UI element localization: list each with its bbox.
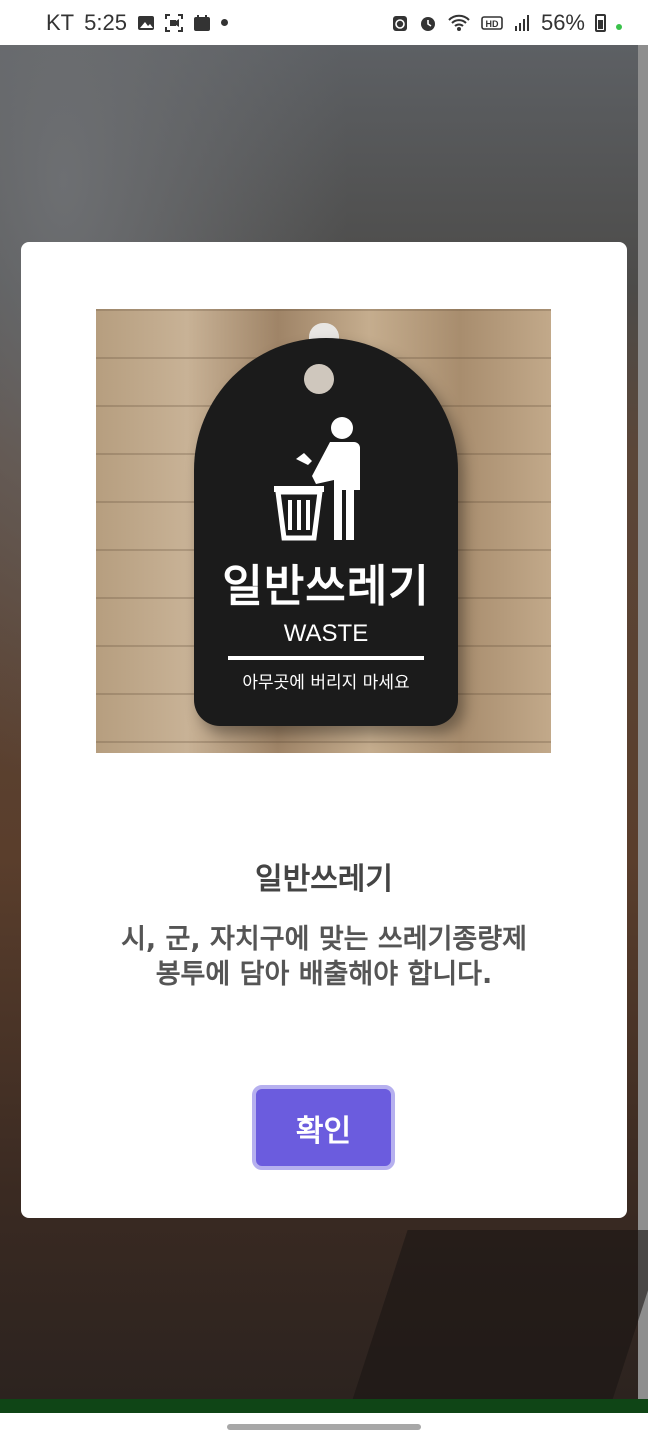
recycle-icon bbox=[392, 15, 407, 31]
person-trash-icon bbox=[274, 417, 360, 541]
sign-subtitle: WASTE bbox=[283, 620, 369, 647]
sign-note: 아무곳에 버리지 마세요 bbox=[242, 673, 410, 693]
hd-icon: HD bbox=[481, 15, 503, 30]
description-line-2: 봉투에 담아 배출해야 합니다. bbox=[155, 959, 493, 990]
battery-icon bbox=[595, 13, 606, 32]
dialog-description: 시, 군, 자치구에 맞는 쓰레기종량제 봉투에 담아 배출해야 합니다. bbox=[61, 922, 587, 992]
signal-icon bbox=[514, 14, 529, 31]
carrier-label: KT bbox=[46, 9, 75, 35]
status-right: HD 56% bbox=[391, 10, 622, 36]
navigation-bar bbox=[0, 1413, 648, 1440]
wifi-icon bbox=[448, 14, 470, 31]
info-dialog: 일반쓰레기 WASTE 아무곳에 버리지 마세요 일반쓰레기 시, 군, 자치구… bbox=[21, 242, 627, 1218]
clock: 5:25 bbox=[84, 9, 127, 35]
svg-text:HD: HD bbox=[485, 19, 498, 29]
notification-dot bbox=[220, 19, 228, 26]
status-left: KT 5:25 bbox=[46, 10, 228, 36]
sign-hole bbox=[304, 364, 334, 394]
sign-divider bbox=[228, 656, 424, 660]
waste-sign-image: 일반쓰레기 WASTE 아무곳에 버리지 마세요 bbox=[96, 309, 551, 753]
privacy-indicator-dot bbox=[616, 23, 622, 30]
status-bar: KT 5:25 HD 56% bbox=[0, 0, 648, 45]
image-icon bbox=[137, 15, 154, 30]
calendar-icon bbox=[193, 14, 210, 31]
description-line-1: 시, 군, 자치구에 맞는 쓰레기종량제 bbox=[121, 924, 527, 955]
bottom-bar bbox=[0, 1399, 648, 1413]
alarm-icon bbox=[420, 16, 435, 31]
sign-title: 일반쓰레기 bbox=[222, 561, 430, 612]
battery-percent: 56% bbox=[540, 9, 585, 35]
dialog-title: 일반쓰레기 bbox=[255, 862, 393, 897]
home-gesture-handle[interactable] bbox=[227, 1424, 421, 1430]
sign-board: 일반쓰레기 WASTE 아무곳에 버리지 마세요 bbox=[194, 338, 458, 726]
background-edge bbox=[638, 45, 648, 1399]
confirm-button[interactable]: 확인 bbox=[252, 1085, 395, 1170]
screen-record-icon bbox=[164, 13, 183, 32]
